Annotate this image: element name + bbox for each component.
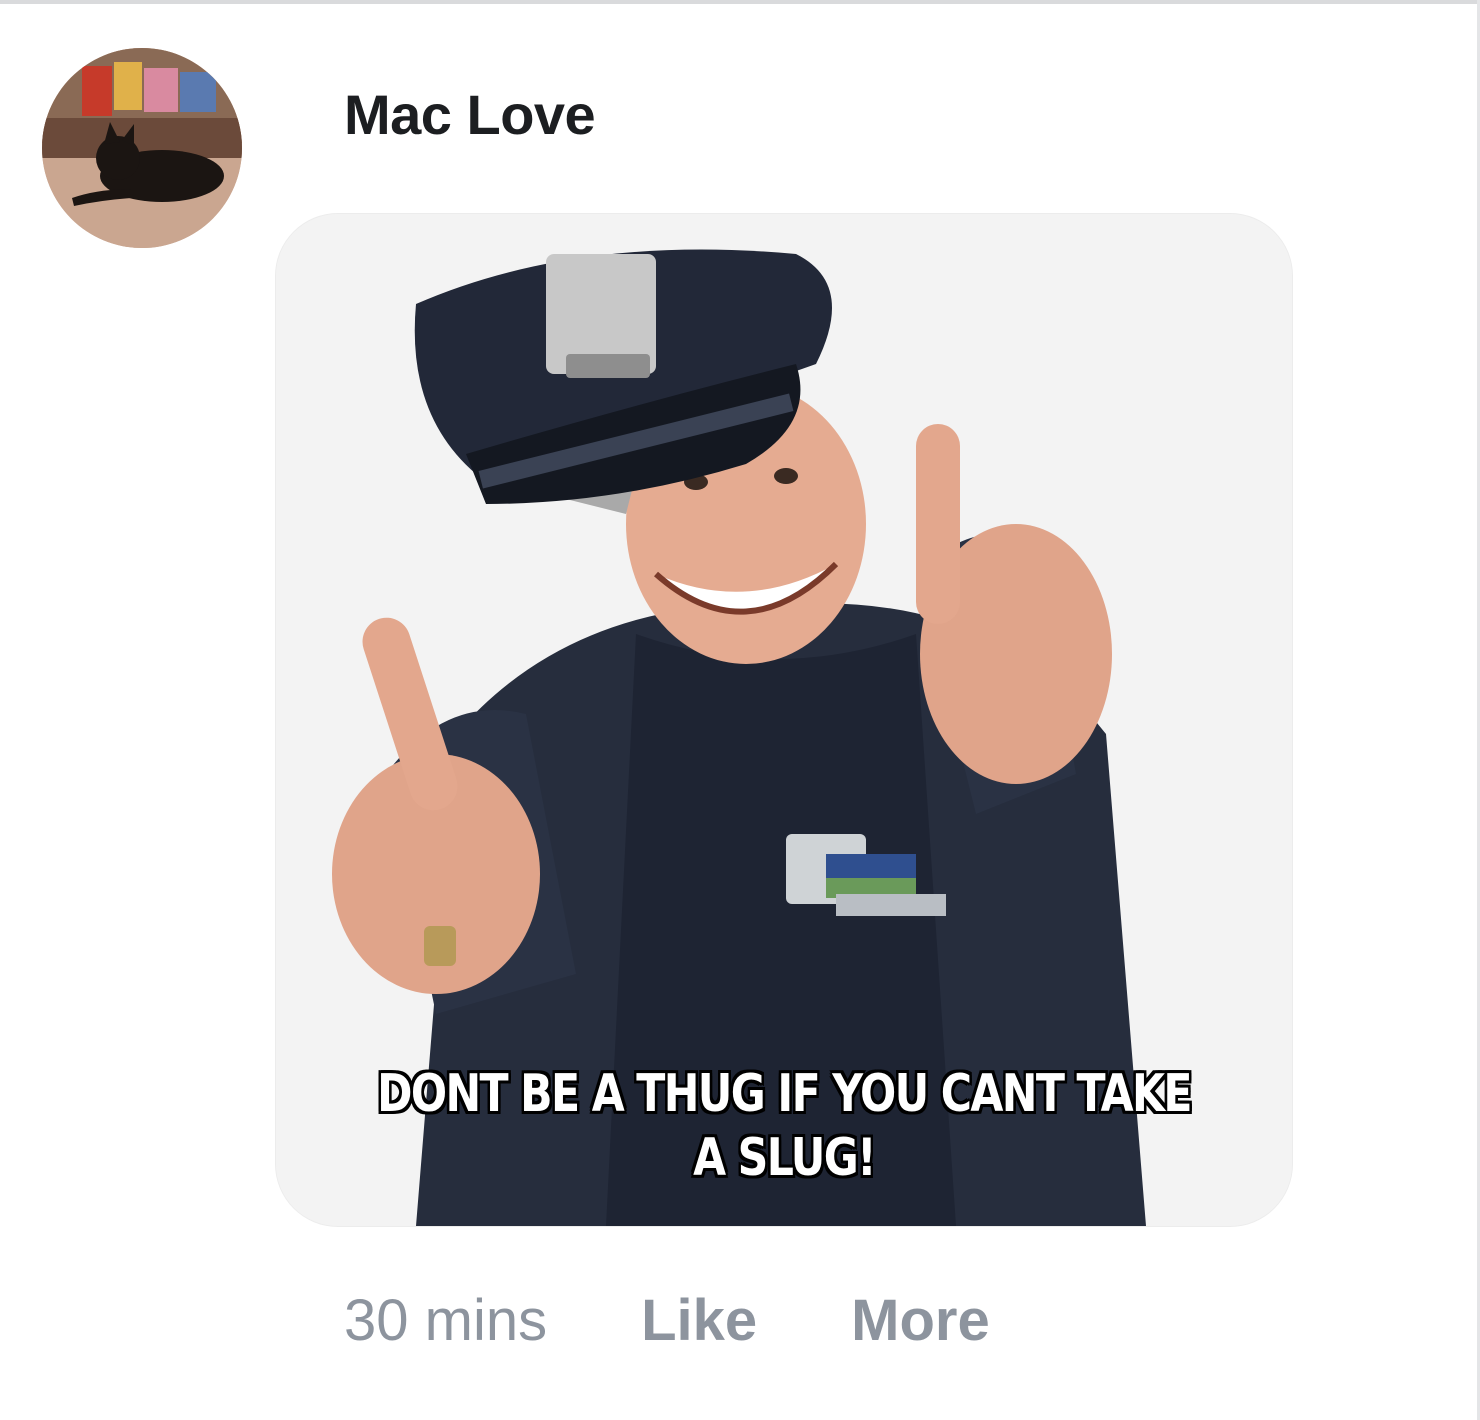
comment-timestamp[interactable]: 30 mins (344, 1287, 547, 1354)
like-button[interactable]: Like (641, 1287, 757, 1354)
meme-caption-line-2: A SLUG! (693, 1128, 876, 1188)
comment-image-attachment[interactable]: DONT BE A THUG IF YOU CANT TAKE A SLUG! (276, 214, 1292, 1226)
avatar[interactable] (42, 48, 242, 248)
comment-author-name[interactable]: Mac Love (344, 82, 596, 147)
top-divider (0, 0, 1480, 4)
avatar-photo (42, 48, 242, 248)
comment-meta-row: 30 mins Like More (344, 1287, 990, 1354)
meme-caption: DONT BE A THUG IF YOU CANT TAKE A SLUG! (367, 1062, 1200, 1190)
more-button[interactable]: More (851, 1287, 990, 1354)
meme-caption-line-1: DONT BE A THUG IF YOU CANT TAKE (377, 1064, 1192, 1124)
